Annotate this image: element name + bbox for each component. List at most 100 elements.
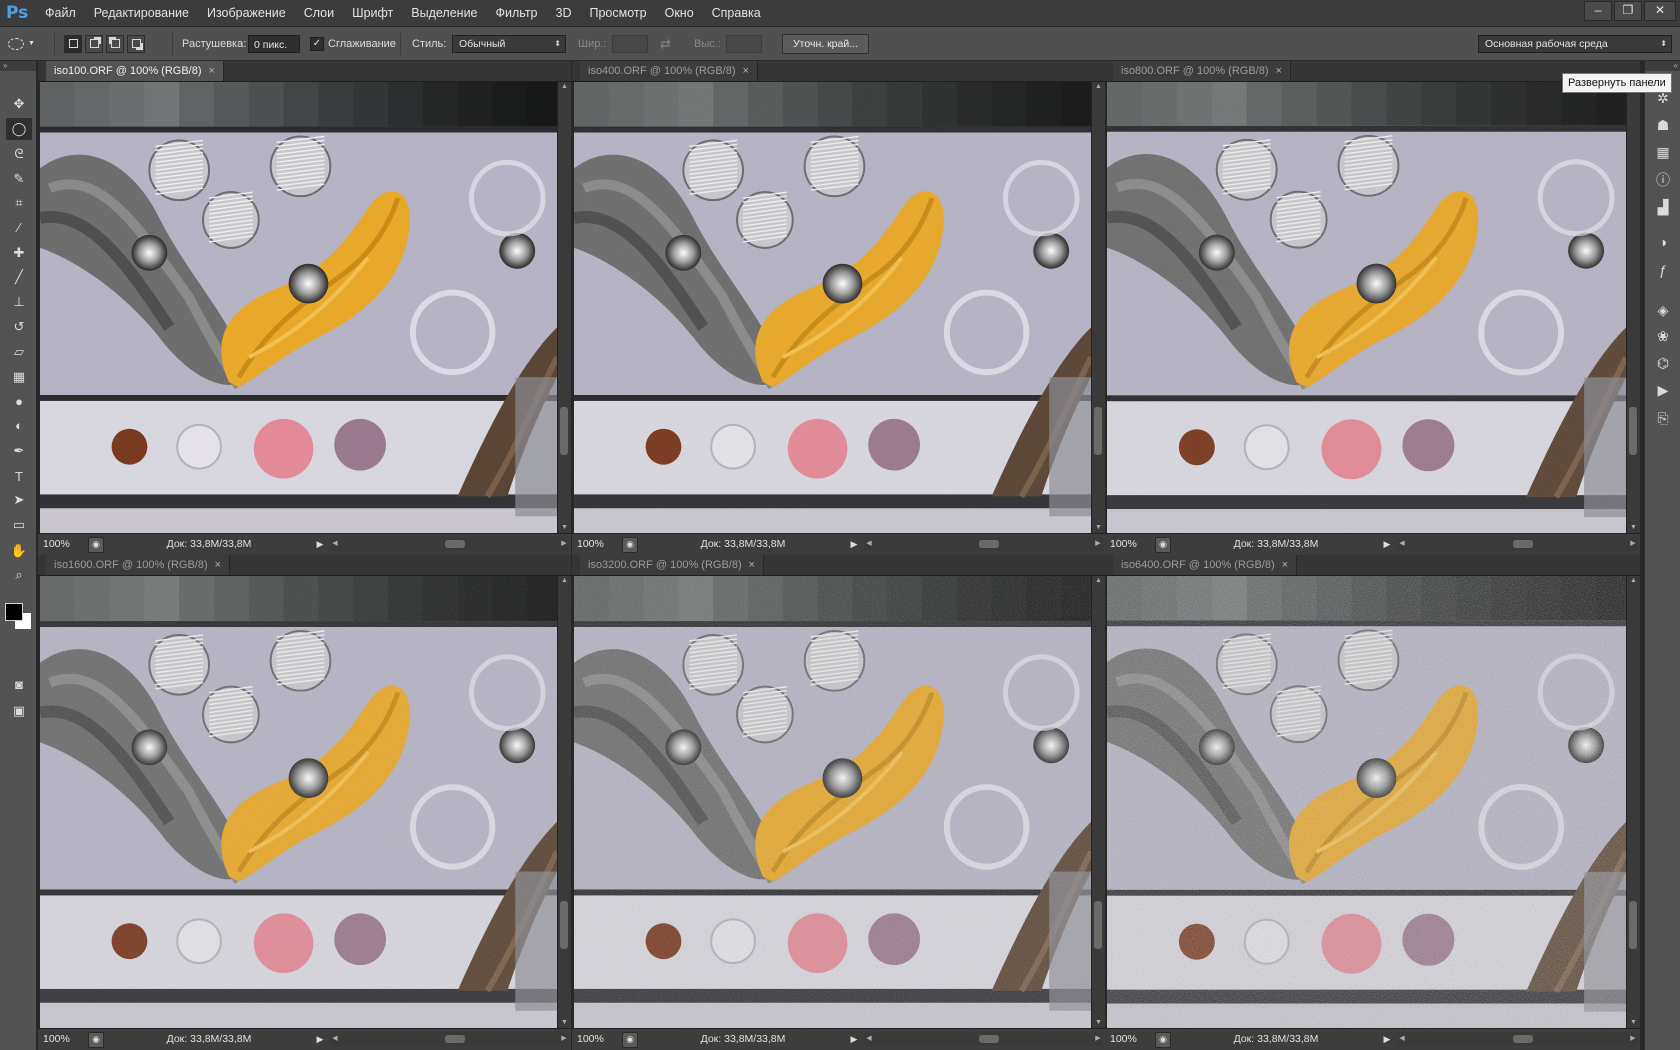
scroll-left-icon[interactable]: ◀ <box>1397 1032 1407 1046</box>
width-input[interactable] <box>612 34 648 53</box>
scroll-thumb[interactable] <box>1513 1035 1533 1043</box>
intersect-selection-button[interactable] <box>127 34 145 53</box>
scroll-thumb[interactable] <box>979 1035 999 1043</box>
document-tab[interactable]: iso3200.ORF @ 100% (RGB/8) × <box>580 555 765 575</box>
scroll-thumb[interactable] <box>560 407 568 455</box>
scroll-thumb[interactable] <box>445 540 465 548</box>
refine-edge-button[interactable]: Уточн. край... <box>782 33 869 54</box>
document-tab[interactable]: iso1600.ORF @ 100% (RGB/8) × <box>46 555 231 575</box>
document-tab[interactable]: iso6400.ORF @ 100% (RGB/8) × <box>1113 555 1298 575</box>
antialias-checkbox[interactable]: ✓ <box>310 36 324 51</box>
image-canvas[interactable] <box>1107 576 1626 1028</box>
scroll-left-icon[interactable]: ◀ <box>330 1032 340 1046</box>
swap-arrows-icon[interactable]: ⇄ <box>660 36 671 52</box>
scroll-thumb[interactable] <box>979 540 999 548</box>
style-select[interactable]: Обычный ⬍ <box>452 34 566 53</box>
menu-item[interactable]: Редактирование <box>85 0 198 26</box>
status-info-icon[interactable]: ◉ <box>622 537 638 553</box>
eraser-icon[interactable]: ▱ <box>6 341 32 363</box>
image-canvas[interactable] <box>40 576 557 1028</box>
menu-item[interactable]: Просмотр <box>581 0 656 26</box>
screen-mode-icon[interactable]: ▣ <box>6 700 32 722</box>
menu-item[interactable]: Фильтр <box>487 0 547 26</box>
scroll-right-icon[interactable]: ▶ <box>1093 537 1103 551</box>
close-tab-icon[interactable]: × <box>1276 65 1282 77</box>
scroll-thumb[interactable] <box>445 1035 465 1043</box>
adjustments-icon[interactable]: ◑ <box>1652 231 1674 253</box>
menu-item[interactable]: Окно <box>656 0 703 26</box>
scroll-down-icon[interactable]: ▼ <box>558 523 571 533</box>
scroll-thumb[interactable] <box>1094 901 1102 949</box>
status-info-icon[interactable]: ◉ <box>1155 1032 1171 1048</box>
scroll-thumb[interactable] <box>1094 407 1102 455</box>
scroll-thumb[interactable] <box>560 901 568 949</box>
close-tab-icon[interactable]: × <box>215 559 221 571</box>
image-canvas[interactable] <box>574 82 1091 533</box>
paths-icon[interactable]: ⌬ <box>1652 352 1674 374</box>
menu-item[interactable]: Шрифт <box>343 0 402 26</box>
grid-icon[interactable]: ▦ <box>1652 141 1674 163</box>
scroll-left-icon[interactable]: ◀ <box>1397 537 1407 551</box>
document-tab[interactable]: iso400.ORF @ 100% (RGB/8) × <box>580 61 758 81</box>
scroll-thumb[interactable] <box>1629 407 1637 455</box>
history-brush-icon[interactable]: ↺ <box>6 316 32 338</box>
clone-stamp-icon[interactable]: ⊥ <box>6 291 32 313</box>
scroll-down-icon[interactable]: ▼ <box>1092 523 1105 533</box>
menu-item[interactable]: Изображение <box>198 0 295 26</box>
scroll-down-icon[interactable]: ▼ <box>558 1018 571 1028</box>
document-tab[interactable]: iso100.ORF @ 100% (RGB/8) × <box>46 61 224 81</box>
zoom-level-field[interactable]: 100% <box>40 536 86 552</box>
zoom-icon[interactable]: ⌕ <box>6 564 32 586</box>
menu-item[interactable]: Выделение <box>402 0 486 26</box>
image-canvas[interactable] <box>574 576 1091 1028</box>
document-tab[interactable]: iso800.ORF @ 100% (RGB/8) × <box>1113 61 1291 81</box>
foreground-color-swatch[interactable] <box>5 603 23 621</box>
scroll-left-icon[interactable]: ◀ <box>330 537 340 551</box>
close-button[interactable]: ✕ <box>1644 1 1676 21</box>
status-menu-arrow-icon[interactable]: ▶ <box>848 537 860 551</box>
document-window[interactable]: iso800.ORF @ 100% (RGB/8) × ▲▼ 100%◉ Док: 33… <box>1105 61 1640 555</box>
scroll-left-icon[interactable]: ◀ <box>864 1032 874 1046</box>
status-menu-arrow-icon[interactable]: ▶ <box>1381 1032 1393 1046</box>
panel-collapse-handle[interactable]: » <box>0 61 36 71</box>
quick-selection-icon[interactable]: ✎ <box>6 168 32 190</box>
menu-item[interactable]: Файл <box>36 0 85 26</box>
blur-icon[interactable]: ● <box>6 390 32 412</box>
vertical-scrollbar[interactable]: ▲▼ <box>1626 82 1640 533</box>
lasso-icon[interactable]: ᘓ <box>6 143 32 165</box>
image-canvas[interactable] <box>40 82 557 533</box>
status-menu-arrow-icon[interactable]: ▶ <box>314 537 326 551</box>
info-icon[interactable]: ⓘ <box>1652 169 1674 191</box>
status-menu-arrow-icon[interactable]: ▶ <box>1381 537 1393 551</box>
document-window[interactable]: iso100.ORF @ 100% (RGB/8) × ▲ ▼ 100% ◉ Док: 33… <box>38 61 571 555</box>
pen-icon[interactable]: ✒ <box>6 440 32 462</box>
scroll-up-icon[interactable]: ▲ <box>1092 82 1105 92</box>
spot-healing-icon[interactable]: ✚ <box>6 242 32 264</box>
vertical-scrollbar[interactable]: ▲▼ <box>557 576 571 1028</box>
horizontal-scrollbar[interactable]: ◀ ▶ <box>330 1032 569 1046</box>
hand-icon[interactable]: ✋ <box>6 540 32 562</box>
history-icon[interactable]: ⎘ <box>1652 407 1674 429</box>
status-info-icon[interactable]: ◉ <box>1155 537 1171 553</box>
menu-item[interactable]: 3D <box>547 0 581 26</box>
type-icon[interactable]: T <box>6 465 32 487</box>
status-menu-arrow-icon[interactable]: ▶ <box>314 1032 326 1046</box>
actions-icon[interactable]: ▶ <box>1652 379 1674 401</box>
restore-button[interactable]: ❐ <box>1614 1 1642 21</box>
add-to-selection-button[interactable] <box>85 34 103 53</box>
status-info-icon[interactable]: ◉ <box>88 537 104 553</box>
document-window[interactable]: iso6400.ORF @ 100% (RGB/8) × ▲ ▼ 100% ◉ Док: 3… <box>1105 555 1640 1050</box>
status-menu-arrow-icon[interactable]: ▶ <box>848 1032 860 1046</box>
scroll-down-icon[interactable]: ▼ <box>1627 1018 1640 1028</box>
quick-mask-icon[interactable]: ◙ <box>6 673 32 695</box>
image-canvas[interactable] <box>1107 82 1626 533</box>
workspace-select[interactable]: Основная рабочая среда ⬍ <box>1478 34 1672 53</box>
histogram-icon[interactable]: ▟ <box>1652 196 1674 218</box>
close-tab-icon[interactable]: × <box>209 65 215 77</box>
horizontal-scrollbar[interactable]: ◀ ▶ <box>1397 537 1638 551</box>
document-window[interactable]: iso1600.ORF @ 100% (RGB/8) × ▲ ▼ 100% ◉ Док: 3… <box>38 555 571 1050</box>
brush-icon[interactable]: ╱ <box>6 266 32 288</box>
channels-icon[interactable]: ❀ <box>1652 325 1674 347</box>
height-input[interactable] <box>726 34 762 53</box>
scroll-right-icon[interactable]: ▶ <box>559 537 569 551</box>
